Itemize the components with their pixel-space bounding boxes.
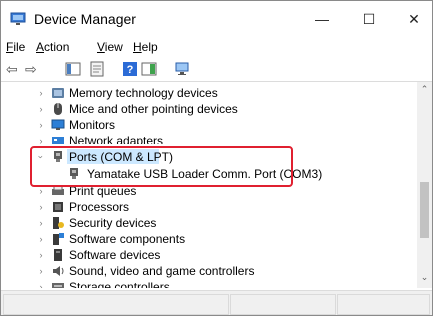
tree-item-software-components[interactable]: › Software components: [1, 231, 417, 247]
vertical-scrollbar[interactable]: ⌃ ⌄: [417, 82, 432, 288]
action-pane-icon[interactable]: [141, 61, 157, 77]
tree-item-mice[interactable]: › Mice and other pointing devices: [1, 101, 417, 117]
tree-item-network-adapters[interactable]: › Network adapters: [1, 133, 417, 144]
properties-icon[interactable]: [89, 61, 105, 77]
chevron-right-icon[interactable]: ›: [36, 117, 46, 133]
chevron-right-icon[interactable]: ›: [36, 199, 46, 215]
tree-item-sound-video-game[interactable]: › Sound, video and game controllers: [1, 263, 417, 279]
toolbar: ⇦ ⇨ ?: [1, 57, 432, 82]
menu-view-hotkey: V: [97, 40, 105, 54]
minimize-button[interactable]: —: [304, 7, 340, 31]
tree-item-security-devices[interactable]: › Security devices: [1, 215, 417, 231]
tree-item-label: Processors: [69, 200, 130, 214]
software-component-icon: [53, 233, 64, 245]
help-icon[interactable]: ?: [122, 61, 138, 77]
tree-item-label: Software components: [69, 232, 186, 246]
speaker-icon: [53, 266, 64, 276]
menu-help-hotkey: H: [133, 40, 142, 54]
chevron-right-icon[interactable]: ›: [36, 279, 46, 288]
chevron-right-icon[interactable]: ›: [36, 215, 46, 231]
forward-button[interactable]: ⇨: [25, 61, 41, 77]
device-manager-app-icon: [10, 12, 26, 25]
tree-item-label: Storage controllers: [69, 280, 170, 288]
title-bar[interactable]: Device Manager — ☐ ✕: [1, 1, 432, 37]
chevron-right-icon[interactable]: ›: [36, 85, 46, 101]
chevron-right-icon[interactable]: ›: [36, 133, 46, 144]
tree-item-label: Monitors: [69, 118, 116, 132]
chevron-right-icon[interactable]: ›: [36, 247, 46, 263]
menu-action-label: ction: [44, 40, 70, 54]
monitor-icon: [51, 119, 65, 130]
scan-hardware-changes-icon[interactable]: [174, 61, 190, 77]
tree-item-software-devices[interactable]: › Software devices: [1, 247, 417, 263]
chevron-right-icon[interactable]: ›: [36, 101, 46, 117]
show-hide-console-tree-icon[interactable]: [65, 61, 81, 77]
scroll-up-arrow-icon[interactable]: ⌃: [417, 84, 432, 95]
menu-view[interactable]: View: [97, 40, 123, 54]
status-pane-middle: [230, 294, 336, 315]
menu-help-label: elp: [141, 40, 158, 54]
tree-item-label: Mice and other pointing devices: [69, 102, 238, 116]
processor-icon: [53, 202, 63, 212]
scroll-down-arrow-icon[interactable]: ⌄: [417, 272, 432, 283]
menu-action[interactable]: Action: [36, 40, 69, 54]
menu-action-hotkey: A: [36, 40, 45, 54]
tree-item-monitors[interactable]: › Monitors: [1, 117, 417, 133]
menu-bar: File Action View Help: [1, 37, 432, 57]
tree-item-processors[interactable]: › Processors: [1, 199, 417, 215]
highlight-callout-box: [30, 146, 293, 187]
tree-item-label: Network adapters: [69, 134, 164, 144]
menu-view-label: iew: [104, 40, 123, 54]
status-pane-right: [337, 294, 430, 315]
security-device-icon: [53, 217, 64, 229]
mouse-icon: [54, 103, 62, 115]
close-button[interactable]: ✕: [396, 7, 432, 31]
storage-controller-icon: [52, 283, 64, 288]
window-title: Device Manager: [34, 11, 136, 27]
svg-text:?: ?: [127, 64, 134, 76]
device-manager-window: Device Manager — ☐ ✕ File Action View He…: [0, 0, 433, 316]
scrollbar-thumb[interactable]: [420, 182, 429, 238]
menu-file[interactable]: File: [6, 40, 25, 54]
status-pane-main: [3, 294, 229, 315]
tree-item-storage-controllers[interactable]: › Storage controllers: [1, 279, 417, 288]
tree-item-memory-technology-devices[interactable]: › Memory technology devices: [1, 85, 417, 101]
tree-item-label: Sound, video and game controllers: [69, 264, 255, 278]
tree-item-label: Security devices: [69, 216, 157, 230]
software-device-icon: [54, 249, 62, 261]
menu-file-label: ile: [13, 40, 26, 54]
memory-card-icon: [52, 88, 64, 98]
tree-item-label: Memory technology devices: [69, 86, 218, 100]
maximize-button[interactable]: ☐: [351, 7, 387, 31]
back-button[interactable]: ⇦: [6, 61, 22, 77]
menu-help[interactable]: Help: [133, 40, 158, 54]
chevron-right-icon[interactable]: ›: [36, 231, 46, 247]
tree-item-label: Software devices: [69, 248, 161, 262]
chevron-right-icon[interactable]: ›: [36, 263, 46, 279]
status-bar: [1, 290, 432, 315]
network-adapter-icon: [52, 137, 64, 144]
